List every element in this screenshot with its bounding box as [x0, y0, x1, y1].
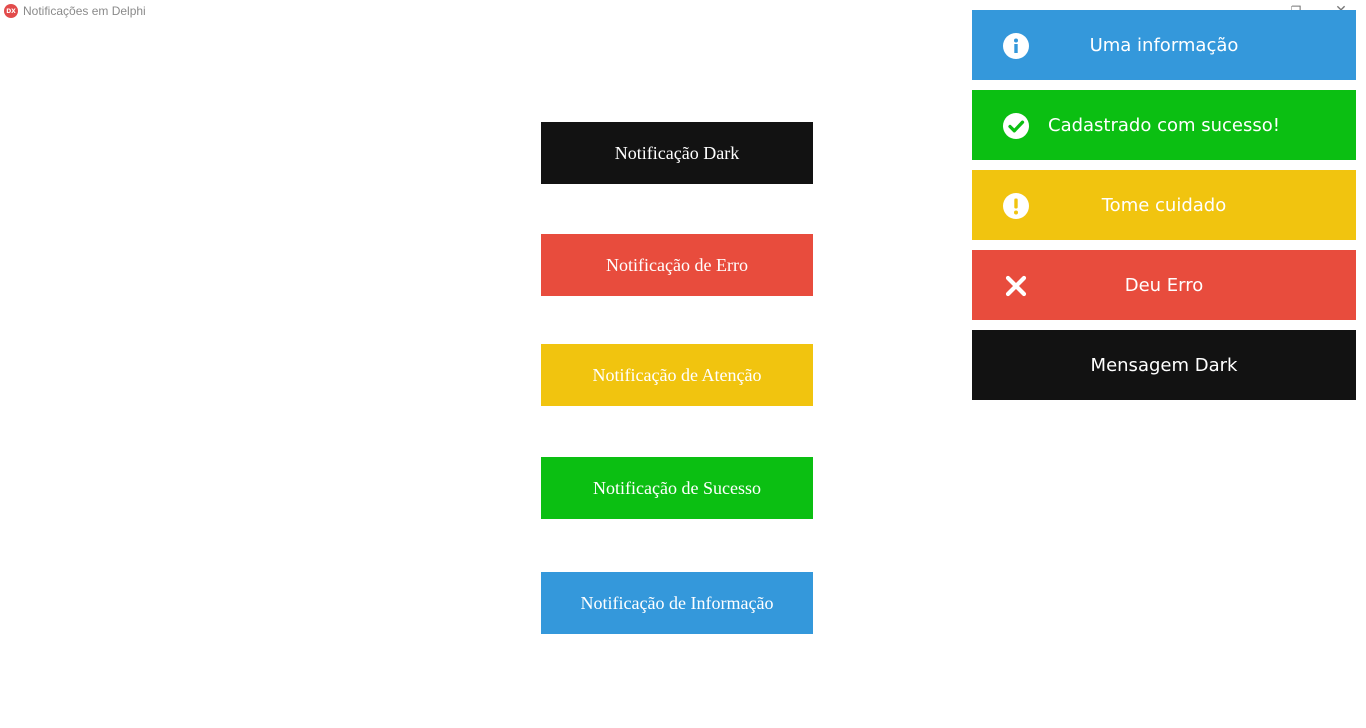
toast-text: Mensagem Dark — [1090, 354, 1238, 376]
toast-text: Cadastrado com sucesso! — [1048, 114, 1280, 136]
warning-notification-button[interactable]: Notificação de Atenção — [541, 344, 813, 406]
window-title: Notificações em Delphi — [23, 4, 146, 18]
dark-notification-button[interactable]: Notificação Dark — [541, 122, 813, 184]
toast-text: Deu Erro — [1124, 274, 1204, 296]
success-toast[interactable]: Cadastrado com sucesso! — [972, 90, 1356, 160]
dark-toast[interactable]: Mensagem Dark — [972, 330, 1356, 400]
exclamation-circle-icon — [1003, 193, 1029, 219]
error-toast[interactable]: Deu Erro — [972, 250, 1356, 320]
x-icon — [1005, 275, 1027, 297]
toast-text: Tome cuidado — [1101, 194, 1227, 216]
toast-text: Uma informação — [1089, 34, 1239, 56]
success-notification-button[interactable]: Notificação de Sucesso — [541, 457, 813, 519]
app-logo-icon: DX — [4, 4, 18, 18]
info-circle-icon — [1003, 33, 1029, 59]
warning-toast[interactable]: Tome cuidado — [972, 170, 1356, 240]
info-notification-button[interactable]: Notificação de Informação — [541, 572, 813, 634]
error-notification-button[interactable]: Notificação de Erro — [541, 234, 813, 296]
check-circle-icon — [1003, 113, 1029, 139]
info-toast[interactable]: Uma informação — [972, 10, 1356, 80]
